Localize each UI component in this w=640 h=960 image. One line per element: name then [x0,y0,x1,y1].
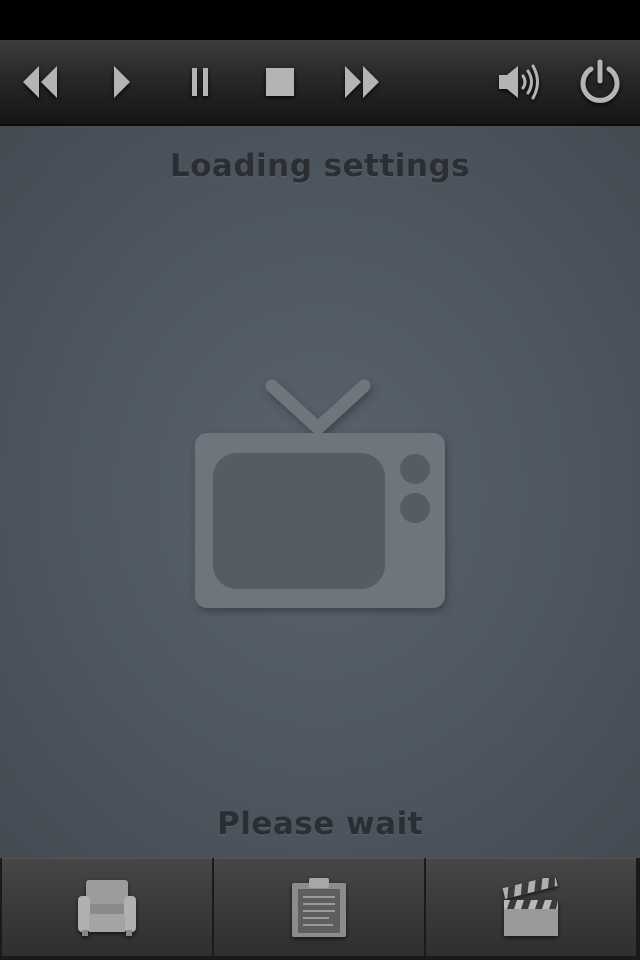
bottom-navigation [0,858,640,960]
tab-tv-shows[interactable] [2,858,212,956]
volume-icon [499,64,539,100]
rewind-icon [23,66,57,98]
armchair-icon [78,879,136,936]
pause-icon [192,68,208,96]
tv-icon [195,379,445,608]
volume-button[interactable] [480,40,560,124]
power-button[interactable] [560,40,640,124]
tab-movies[interactable] [426,858,636,956]
please-wait-text: Please wait [216,806,424,842]
clipboard-icon [292,877,346,937]
loading-title: Loading settings [169,148,471,184]
play-icon [114,66,130,98]
pause-button[interactable] [160,40,240,124]
status-bar [0,0,640,40]
fast-forward-icon [345,66,379,98]
stop-button[interactable] [240,40,320,124]
loading-panel: Loading settings Please wait [0,126,640,858]
clapperboard-icon [502,877,558,936]
stop-icon [266,68,294,96]
tab-files[interactable] [214,858,424,956]
power-icon [580,59,620,103]
rewind-button[interactable] [0,40,80,124]
playback-toolbar [0,40,640,126]
fast-forward-button[interactable] [322,40,402,124]
play-button[interactable] [82,40,162,124]
